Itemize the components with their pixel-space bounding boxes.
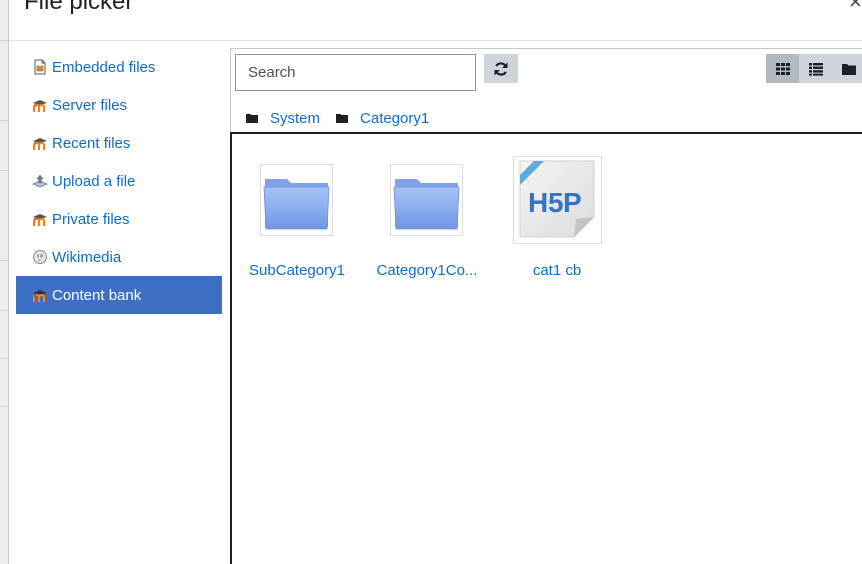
panel-border <box>230 48 862 49</box>
dialog-title: File picker <box>24 0 134 15</box>
folder-thumbnail <box>260 164 333 236</box>
sidebar-item-label: Wikimedia <box>52 248 122 266</box>
sidebar-item-embedded-files[interactable]: Embedded files <box>16 48 222 86</box>
search-input[interactable] <box>235 54 476 91</box>
sidebar-item-content-bank[interactable]: Content bank <box>16 276 222 314</box>
breadcrumb-label: System <box>270 109 321 127</box>
file-item-subcategory1[interactable]: SubCategory1 <box>232 134 362 294</box>
sidebar-item-private-files[interactable]: Private files <box>16 200 222 238</box>
sidebar-item-wikimedia[interactable]: Wikimedia <box>16 238 222 276</box>
breadcrumb-item-category1[interactable]: Category1 <box>336 110 429 127</box>
repository-sidebar: Embedded files Server files Recent files… <box>16 48 222 314</box>
folder-icon <box>336 114 349 123</box>
embedded-file-icon <box>32 59 48 75</box>
moodle-icon <box>32 135 48 151</box>
upload-icon <box>31 173 49 189</box>
folder-thumbnail <box>390 164 463 236</box>
header-divider <box>9 40 862 41</box>
refresh-button[interactable] <box>484 54 518 83</box>
close-icon[interactable]: × <box>849 0 862 14</box>
sidebar-item-label: Upload a file <box>52 172 136 190</box>
moodle-icon <box>32 287 48 303</box>
moodle-icon <box>32 97 48 113</box>
tree-view-button[interactable] <box>832 54 862 83</box>
svg-text:H: H <box>528 187 548 218</box>
background-page-edge <box>0 0 9 564</box>
sidebar-item-server-files[interactable]: Server files <box>16 86 222 124</box>
sidebar-item-label: Private files <box>52 210 130 228</box>
list-view-button[interactable] <box>799 54 832 83</box>
grid-view-button[interactable] <box>766 54 799 83</box>
folder-icon <box>393 179 460 230</box>
h5p-icon: H 5 P <box>519 160 595 238</box>
h5p-thumbnail: H 5 P <box>513 156 602 244</box>
file-grid: SubCategory1 Category1Co... H 5 P cat1 c… <box>230 132 862 564</box>
sidebar-item-upload-a-file[interactable]: Upload a file <box>16 162 222 200</box>
file-browser-panel: System Category1 <box>230 48 862 564</box>
sidebar-item-label: Embedded files <box>52 58 156 76</box>
tree-view-icon <box>841 63 856 75</box>
breadcrumb-item-system[interactable]: System <box>246 110 320 127</box>
grid-view-icon <box>775 62 790 75</box>
svg-text:P: P <box>563 187 582 218</box>
file-label: Category1Co... <box>376 262 478 279</box>
folder-icon <box>263 179 330 230</box>
svg-text:5: 5 <box>548 187 564 218</box>
sidebar-item-label: Content bank <box>52 286 142 304</box>
breadcrumb: System Category1 <box>246 108 445 128</box>
file-item-cat1-cb[interactable]: H 5 P cat1 cb <box>492 134 622 294</box>
view-mode-toggle <box>766 54 862 83</box>
file-picker-page: File picker × Embedded files Server file… <box>0 0 862 564</box>
moodle-icon <box>32 211 48 227</box>
breadcrumb-label: Category1 <box>360 109 430 127</box>
file-label: SubCategory1 <box>249 262 345 279</box>
refresh-icon <box>494 61 508 76</box>
file-label: cat1 cb <box>532 262 582 279</box>
panel-border <box>230 48 231 132</box>
sidebar-item-label: Recent files <box>52 134 131 152</box>
folder-icon <box>246 114 258 123</box>
file-item-category1content[interactable]: Category1Co... <box>362 134 492 294</box>
list-view-icon <box>808 62 823 76</box>
sidebar-item-recent-files[interactable]: Recent files <box>16 124 222 162</box>
sidebar-item-label: Server files <box>52 96 128 114</box>
wikimedia-globe-icon <box>32 249 48 265</box>
